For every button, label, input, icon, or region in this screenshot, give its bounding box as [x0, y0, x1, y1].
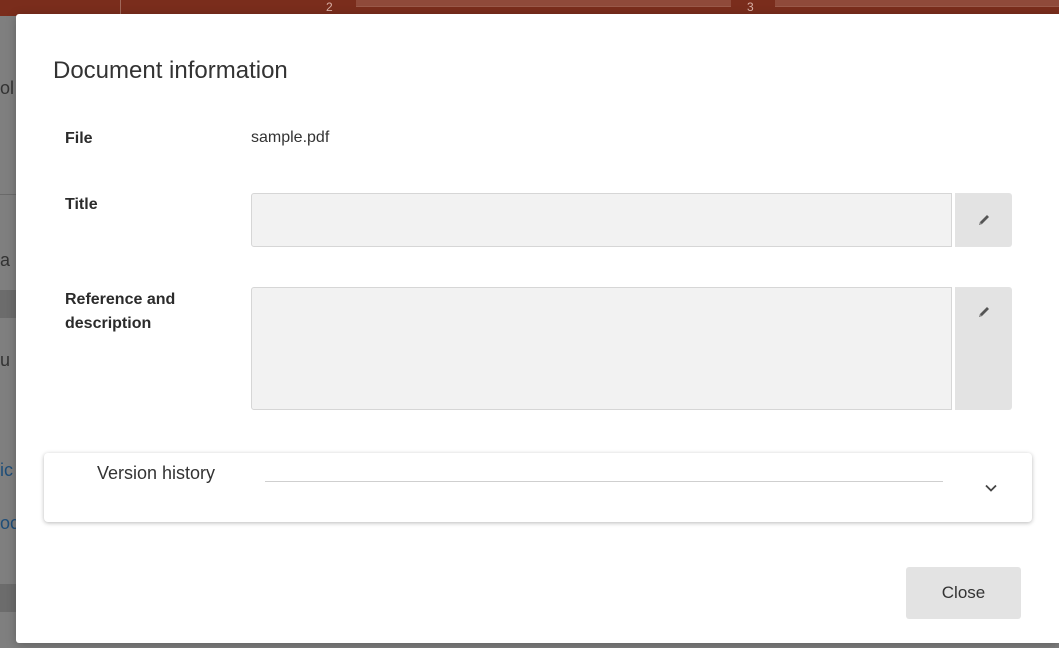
pencil-icon — [979, 215, 989, 225]
background-step-bar — [775, 0, 1059, 7]
background-text: u — [0, 350, 11, 370]
dialog-title: Document information — [53, 57, 288, 84]
reference-description-textarea[interactable] — [251, 287, 952, 410]
background-step-divider — [120, 0, 121, 15]
title-input[interactable] — [251, 193, 952, 247]
pencil-icon — [979, 307, 989, 317]
background-step-bar — [356, 0, 731, 7]
document-information-dialog: Document information File sample.pdf Tit… — [16, 14, 1059, 643]
file-label: File — [65, 130, 93, 147]
background-text: a — [0, 250, 11, 270]
background-row — [0, 290, 16, 318]
background-step-2: 2 — [326, 0, 333, 14]
file-value: sample.pdf — [251, 129, 330, 146]
background-row — [0, 584, 16, 612]
close-button[interactable]: Close — [906, 567, 1021, 619]
background-divider — [0, 194, 16, 195]
version-history-accordion[interactable]: Version history — [44, 453, 1032, 522]
version-history-label: Version history — [97, 463, 216, 483]
reference-description-label: Reference and description — [65, 291, 176, 332]
chevron-down-icon[interactable] — [984, 481, 998, 495]
edit-title-button[interactable] — [955, 193, 1012, 247]
edit-reference-description-button[interactable] — [955, 287, 1012, 410]
background-text: ol — [0, 78, 15, 98]
background-step-3: 3 — [747, 0, 754, 14]
title-label: Title — [65, 196, 98, 213]
accordion-divider — [265, 481, 943, 482]
background-link: ic — [0, 460, 13, 480]
